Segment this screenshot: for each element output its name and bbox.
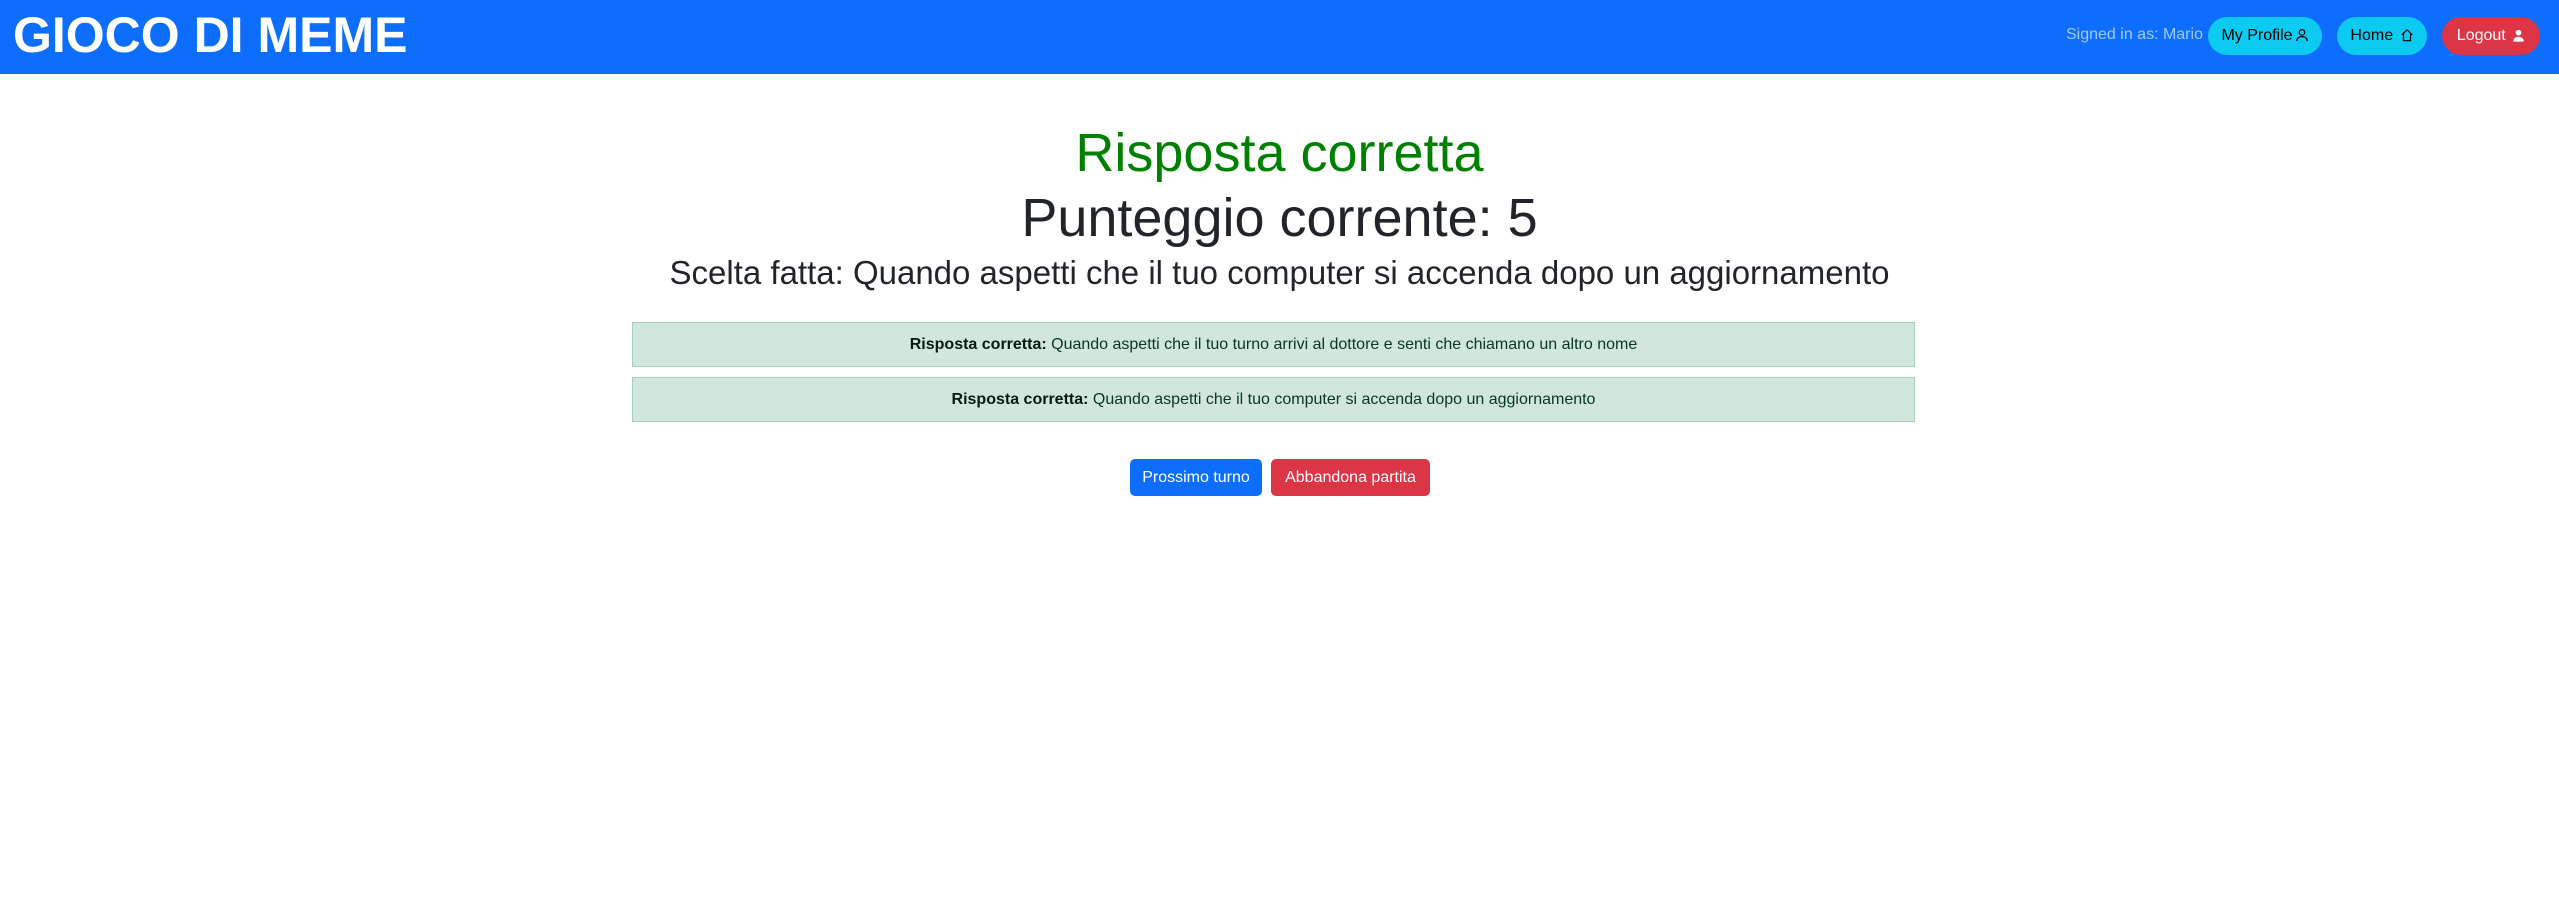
person-fill-icon <box>2512 19 2525 57</box>
abandon-game-button[interactable]: Abbandona partita <box>1271 459 1430 496</box>
logout-label: Logout <box>2456 27 2506 44</box>
correct-answer-text: Quando aspetti che il tuo computer si ac… <box>1088 391 1596 408</box>
current-score: Punteggio corrente: 5 <box>1021 188 1538 248</box>
result-title: Risposta corretta <box>1075 123 1484 183</box>
home-label: Home <box>2350 27 2394 44</box>
my-profile-label: My Profile <box>2221 27 2293 44</box>
correct-answer-text: Quando aspetti che il tuo turno arrivi a… <box>1046 336 1638 353</box>
person-outline-icon <box>2295 19 2309 57</box>
house-outline-icon <box>2400 19 2414 57</box>
brand-title[interactable]: GIOCO DI MEME <box>13 7 407 63</box>
correct-answer-label: Risposta corretta: <box>951 391 1089 408</box>
correct-answer-alert: Risposta corretta: Quando aspetti che il… <box>632 377 1915 422</box>
top-navbar: GIOCO DI MEME Signed in as: Mario My Pro… <box>0 0 2559 74</box>
correct-answer-label: Risposta corretta: <box>909 336 1047 353</box>
choice-made: Scelta fatta: Quando aspetti che il tuo … <box>669 254 1890 291</box>
my-profile-button[interactable]: My Profile <box>2208 17 2322 55</box>
signed-in-text: Signed in as: Mario <box>2066 26 2203 43</box>
next-turn-button[interactable]: Prossimo turno <box>1130 459 1262 496</box>
logout-button[interactable]: Logout <box>2442 17 2540 55</box>
correct-answer-alert: Risposta corretta: Quando aspetti che il… <box>632 322 1915 367</box>
home-button[interactable]: Home <box>2337 17 2427 55</box>
